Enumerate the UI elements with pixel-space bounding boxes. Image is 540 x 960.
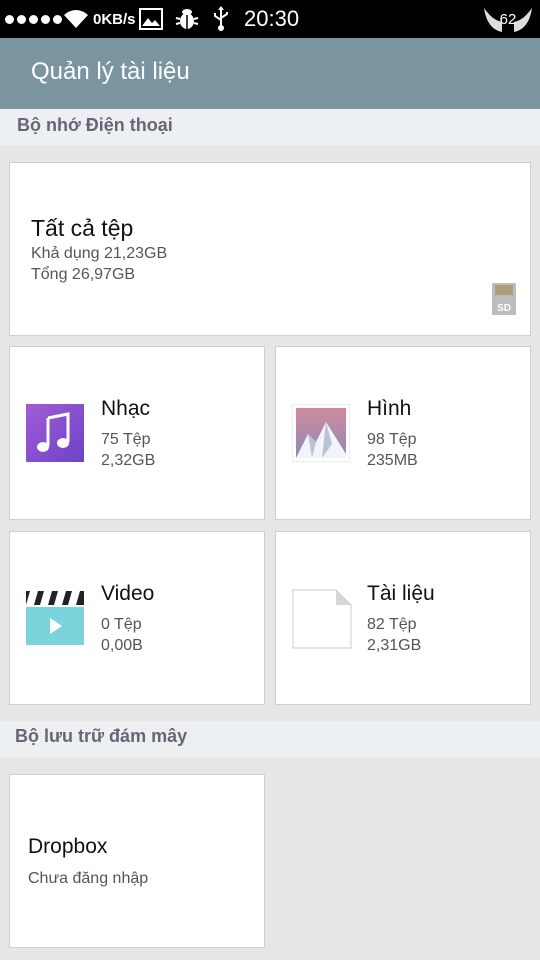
svg-text:SD: SD bbox=[497, 303, 511, 314]
video-count: 0 Tệp bbox=[101, 616, 142, 633]
documents-count: 82 Tệp bbox=[367, 616, 417, 633]
document-icon bbox=[292, 589, 352, 654]
svg-text:62: 62 bbox=[500, 11, 517, 28]
signal-strength-icon bbox=[5, 0, 62, 38]
section-label: Bộ lưu trữ đám mây bbox=[15, 726, 188, 746]
usb-debugging-icon bbox=[174, 0, 200, 38]
video-details: 0 Tệp 0,00B bbox=[101, 614, 143, 656]
winged-badge-icon: 62 bbox=[482, 0, 534, 38]
video-title: Video bbox=[101, 582, 155, 605]
all-files-details: Khả dụng 21,23GB Tổng 26,97GB bbox=[31, 243, 167, 285]
pictures-count: 98 Tệp bbox=[367, 431, 417, 448]
documents-size: 2,31GB bbox=[367, 637, 422, 654]
music-note-icon bbox=[26, 404, 84, 467]
documents-title: Tài liệu bbox=[367, 582, 435, 605]
usb-icon bbox=[212, 0, 230, 38]
music-details: 75 Tệp 2,32GB bbox=[101, 429, 155, 471]
all-files-title: Tất cả tệp bbox=[31, 215, 134, 241]
video-tile[interactable]: Video 0 Tệp 0,00B bbox=[9, 531, 265, 705]
documents-details: 82 Tệp 2,31GB bbox=[367, 614, 421, 656]
all-files-card[interactable]: Tất cả tệp Khả dụng 21,23GB Tổng 26,97GB… bbox=[9, 162, 531, 336]
total-space: Tổng 26,97GB bbox=[31, 266, 136, 283]
section-header-phone-storage: Bộ nhớ Điện thoại bbox=[0, 109, 540, 145]
dropbox-title: Dropbox bbox=[28, 835, 108, 858]
wifi-icon bbox=[62, 0, 90, 38]
section-header-cloud-storage: Bộ lưu trữ đám mây bbox=[0, 721, 540, 757]
network-speed: 0KB/s bbox=[93, 10, 136, 28]
video-size: 0,00B bbox=[101, 637, 143, 654]
pictures-tile[interactable]: Hình 98 Tệp 235MB bbox=[275, 346, 531, 520]
available-space: Khả dụng 21,23GB bbox=[31, 245, 168, 262]
pictures-details: 98 Tệp 235MB bbox=[367, 429, 418, 471]
music-count: 75 Tệp bbox=[101, 431, 151, 448]
pictures-size: 235MB bbox=[367, 452, 418, 469]
dropbox-status: Chưa đăng nhập bbox=[28, 870, 149, 887]
app-bar: Quản lý tài liệu bbox=[0, 38, 540, 109]
dropbox-tile[interactable]: Dropbox Chưa đăng nhập bbox=[9, 774, 265, 948]
documents-tile[interactable]: Tài liệu 82 Tệp 2,31GB bbox=[275, 531, 531, 705]
gallery-notification-icon bbox=[139, 0, 163, 38]
sd-card-icon: SD bbox=[490, 281, 518, 322]
clapperboard-icon bbox=[26, 589, 84, 652]
page-title: Quản lý tài liệu bbox=[31, 58, 190, 85]
status-bar: 0KB/s 20:30 62 bbox=[0, 0, 540, 38]
mountain-image-icon bbox=[291, 403, 351, 467]
section-label: Bộ nhớ Điện thoại bbox=[17, 115, 173, 135]
music-title: Nhạc bbox=[101, 397, 151, 420]
music-size: 2,32GB bbox=[101, 452, 156, 469]
clock: 20:30 bbox=[244, 6, 300, 31]
pictures-title: Hình bbox=[367, 397, 412, 420]
music-tile[interactable]: Nhạc 75 Tệp 2,32GB bbox=[9, 346, 265, 520]
